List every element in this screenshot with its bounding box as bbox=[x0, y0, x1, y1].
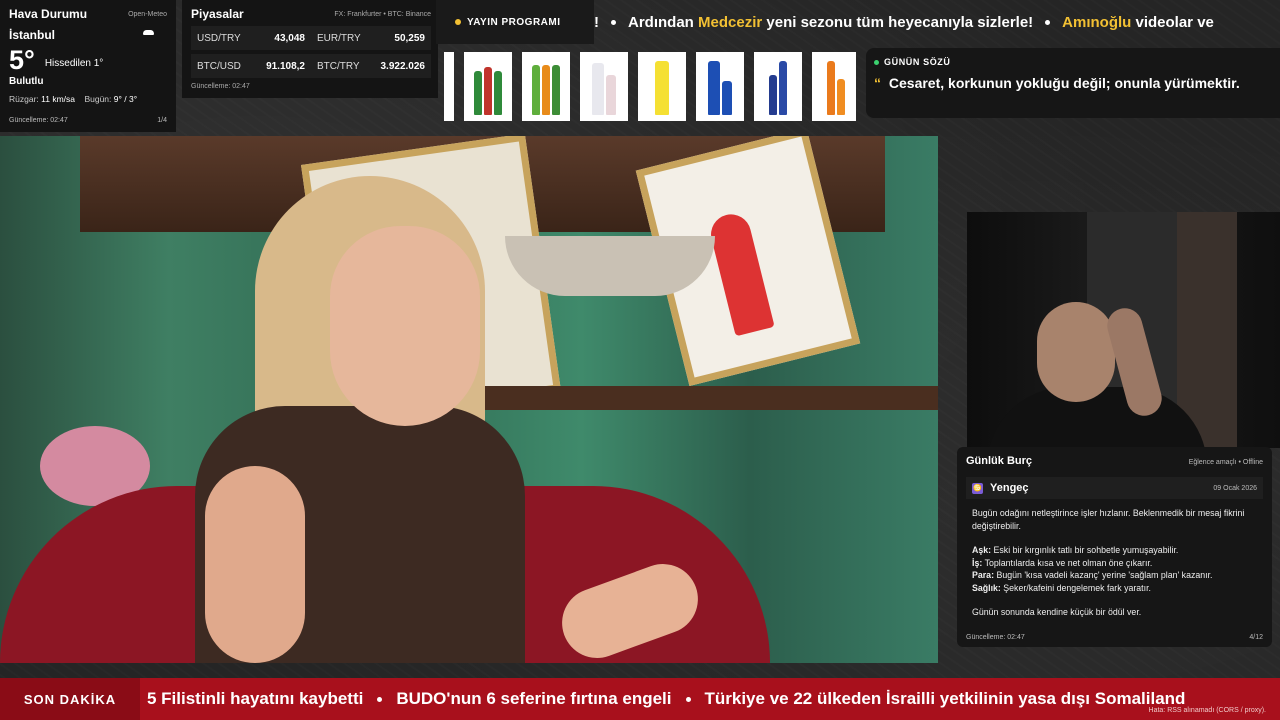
rss-error-message: Hata: RSS alınamadı (CORS / proxy). bbox=[1148, 707, 1266, 714]
money-label: Para: bbox=[972, 570, 995, 580]
market-symbol: BTC/USD bbox=[197, 60, 241, 72]
love-text: Eski bir kırgınlık tatlı bir sohbetle yu… bbox=[993, 545, 1179, 555]
money-text: Bugün 'kısa vadeli kazanç' yerine 'sağla… bbox=[996, 570, 1213, 580]
broadcast-part1: Ardından bbox=[628, 13, 694, 31]
horoscope-date: 09 Ocak 2026 bbox=[1213, 484, 1257, 492]
horoscope-work: İş: Toplantılarda kısa ve net olman öne … bbox=[972, 557, 1257, 570]
main-video-feed[interactable] bbox=[0, 136, 938, 663]
webcam-feed[interactable] bbox=[967, 212, 1280, 448]
product-image bbox=[580, 52, 628, 121]
separator-dot bbox=[685, 696, 691, 702]
quote-mark-icon: “ bbox=[874, 75, 881, 91]
broadcast-highlight: Amınoğlu bbox=[1062, 13, 1132, 31]
cloud-icon bbox=[143, 30, 154, 35]
horoscope-card: Günlük Burç Eğlence amaçlı • Offline ♋ Y… bbox=[957, 447, 1272, 647]
headline: 5 Filistinli hayatını kaybetti bbox=[147, 689, 364, 708]
weather-temperature: 5° bbox=[9, 45, 35, 75]
breaking-news-text: 5 Filistinli hayatını kaybetti BUDO'nun … bbox=[147, 678, 1185, 720]
video-person-arm bbox=[205, 466, 305, 663]
headline: BUDO'nun 6 seferine fırtına engeli bbox=[396, 689, 672, 708]
breaking-news-bar: SON DAKİKA 5 Filistinli hayatını kaybett… bbox=[0, 678, 1280, 720]
horoscope-intro: Bugün odağını netleştirince işler hızlan… bbox=[972, 508, 1245, 531]
weather-condition: Bulutlu bbox=[9, 76, 44, 87]
broadcast-ticker: YAYIN PROGRAMI ! Ardından Medcezir yeni … bbox=[436, 0, 1280, 44]
quote-card: GÜNÜN SÖZÜ “ Cesaret, korkunun yokluğu d… bbox=[866, 48, 1280, 118]
market-btc-usd: BTC/USD 91.108,2 bbox=[191, 54, 311, 78]
market-value: 91.108,2 bbox=[266, 60, 305, 72]
market-symbol: EUR/TRY bbox=[317, 32, 361, 44]
broadcast-part2: yeni sezonu tüm heyecanıyla sizlerle! bbox=[766, 13, 1034, 31]
horoscope-sign-row: ♋ Yengeç 09 Ocak 2026 bbox=[966, 477, 1263, 499]
broadcast-text: ! Ardından Medcezir yeni sezonu tüm heye… bbox=[594, 0, 1214, 44]
horoscope-updated: Güncelleme: 02:47 bbox=[966, 634, 1025, 641]
market-btc-try: BTC/TRY 3.922.026 bbox=[311, 54, 431, 78]
video-person-face bbox=[330, 226, 480, 426]
sponsor-strip bbox=[444, 52, 856, 121]
video-scene-shelf bbox=[460, 386, 938, 410]
live-dot-icon bbox=[455, 19, 461, 25]
work-label: İş: bbox=[972, 557, 983, 568]
wind-label: Rüzgar: bbox=[9, 94, 39, 104]
horoscope-note: Eğlence amaçlı • Offline bbox=[1188, 459, 1263, 466]
broadcast-prefix: ! bbox=[594, 13, 599, 31]
market-value: 43,048 bbox=[274, 32, 305, 44]
horoscope-closing: Günün sonunda kendine küçük bir ödül ver… bbox=[972, 607, 1142, 617]
product-image bbox=[464, 52, 512, 121]
wind-value: 11 km/sa bbox=[41, 94, 75, 104]
markets-source: FX: Frankfurter • BTC: Binance bbox=[334, 11, 431, 18]
breaking-news-label: SON DAKİKA bbox=[0, 678, 140, 720]
product-image bbox=[638, 52, 686, 121]
broadcast-label: YAYIN PROGRAMI bbox=[436, 0, 594, 44]
weather-updated: Güncelleme: 02:47 bbox=[9, 117, 68, 124]
market-value: 3.922.026 bbox=[380, 60, 426, 72]
quote-label: GÜNÜN SÖZÜ bbox=[874, 57, 1272, 67]
product-image bbox=[696, 52, 744, 121]
status-dot-icon bbox=[874, 59, 879, 65]
separator-dot bbox=[377, 696, 383, 702]
separator-dot bbox=[611, 19, 616, 25]
markets-widget: Piyasalar FX: Frankfurter • BTC: Binance… bbox=[182, 0, 438, 98]
today-value: 9° / 3° bbox=[113, 94, 138, 104]
weather-source: Open-Meteo bbox=[128, 11, 167, 18]
today-label: Bugün: bbox=[84, 94, 112, 104]
product-image bbox=[812, 52, 856, 121]
markets-updated: Güncelleme: 02:47 bbox=[191, 83, 250, 90]
webcam-person-head bbox=[1037, 302, 1115, 402]
headline: Türkiye ve 22 ülkeden İsrailli yetkilini… bbox=[704, 689, 1186, 708]
weather-page-indicator: 1/4 bbox=[157, 117, 167, 124]
sponsor-edge bbox=[444, 52, 454, 121]
work-text: Toplantılarda kısa ve net olman öne çıka… bbox=[984, 557, 1153, 568]
broadcast-label-text: YAYIN PROGRAMI bbox=[467, 16, 561, 28]
horoscope-sign: Yengeç bbox=[990, 482, 1029, 494]
weather-details: Rüzgar: 11 km/sa Bugün: 9° / 3° bbox=[9, 94, 167, 104]
horoscope-health: Sağlık: Şeker/kafeini dengelemek fark ya… bbox=[972, 582, 1257, 595]
horoscope-page-indicator: 4/12 bbox=[1249, 634, 1263, 641]
horoscope-love: Aşk: Eski bir kırgınlık tatlı bir sohbet… bbox=[972, 544, 1257, 557]
market-eur-try: EUR/TRY 50,259 bbox=[311, 26, 431, 50]
horoscope-money: Para: Bugün 'kısa vadeli kazanç' yerine … bbox=[972, 569, 1257, 582]
health-label: Sağlık: bbox=[972, 582, 1001, 593]
separator-dot bbox=[1045, 19, 1051, 25]
horoscope-body: Bugün odağını netleştirince işler hızlan… bbox=[966, 507, 1263, 619]
product-image bbox=[522, 52, 570, 121]
love-label: Aşk: bbox=[972, 545, 992, 555]
market-value: 50,259 bbox=[394, 32, 425, 44]
video-scene-bowl bbox=[505, 236, 715, 296]
weather-feels-like: Hissedilen 1° bbox=[44, 58, 104, 69]
quote-label-text: GÜNÜN SÖZÜ bbox=[884, 57, 951, 67]
market-symbol: BTC/TRY bbox=[317, 60, 360, 72]
product-image bbox=[754, 52, 802, 121]
quote-text: “ Cesaret, korkunun yokluğu değil; onunl… bbox=[874, 75, 1272, 91]
health-text: Şeker/kafeini dengelemek fark yaratır. bbox=[1003, 582, 1151, 593]
cancer-sign-icon: ♋ bbox=[972, 482, 983, 494]
quote-body: Cesaret, korkunun yokluğu değil; onunla … bbox=[888, 75, 1240, 91]
broadcast-highlight: Medcezir bbox=[698, 13, 763, 31]
market-usd-try: USD/TRY 43,048 bbox=[191, 26, 311, 50]
broadcast-part3: videolar ve bbox=[1135, 13, 1214, 31]
weather-widget: Hava Durumu Open-Meteo İstanbul 5° Hisse… bbox=[0, 0, 176, 132]
market-symbol: USD/TRY bbox=[197, 32, 241, 44]
